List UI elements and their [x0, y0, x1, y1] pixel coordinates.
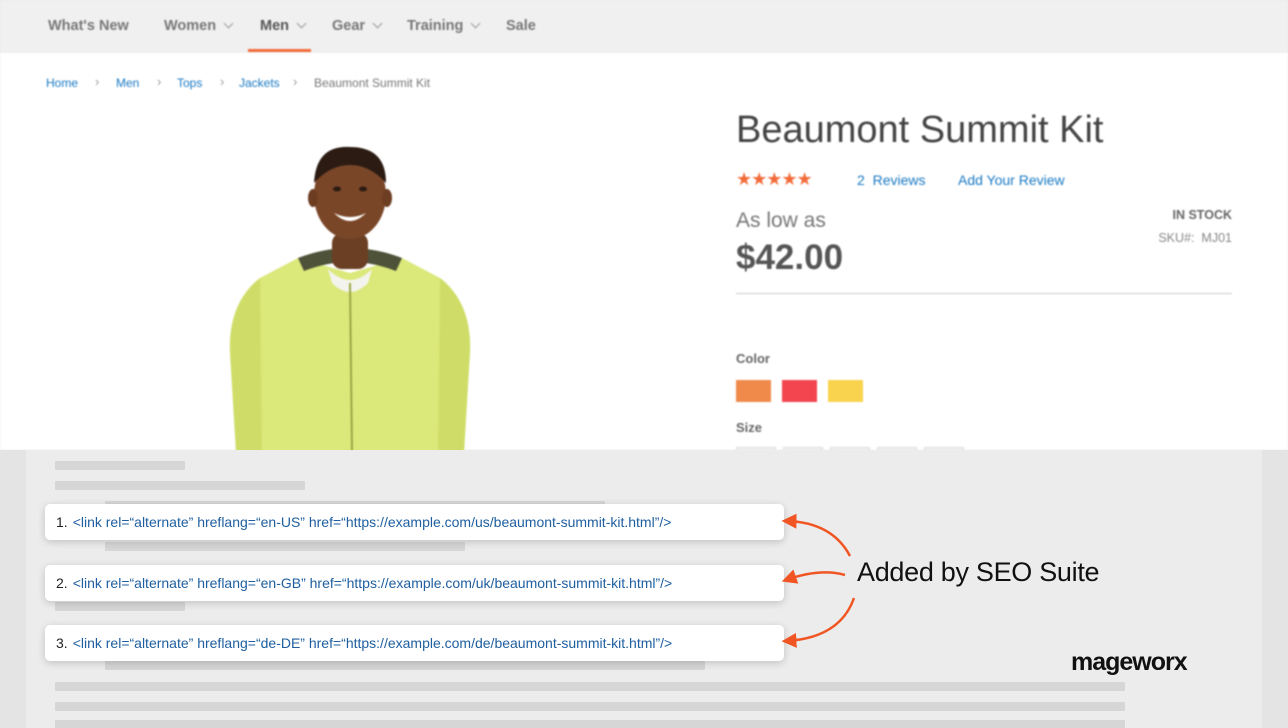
skeleton-line	[55, 682, 1125, 691]
price-label: As low as	[736, 209, 826, 232]
mageworx-logo: mageworx	[1071, 648, 1188, 676]
skeleton-line	[105, 661, 705, 670]
skeleton-line	[55, 461, 185, 470]
nav-item-training[interactable]: Training	[407, 18, 481, 34]
chevron-down-icon	[372, 18, 383, 29]
product-title: Beaumont Summit Kit	[736, 109, 1104, 151]
skeleton-line	[55, 720, 1125, 728]
nav-item-label: Gear	[332, 18, 366, 34]
size-label: Size	[736, 420, 763, 435]
color-label: Color	[736, 351, 770, 366]
hreflang-code-line-2: 2. <link rel=“alternate” hreflang=“en-GB…	[45, 565, 784, 601]
product-content: Home › Men › Tops › Jackets › Beaumont S…	[0, 53, 1288, 450]
sku-value: MJ01	[1201, 231, 1232, 245]
breadcrumb-link-men[interactable]: Men	[116, 76, 139, 90]
add-review-link[interactable]: Add Your Review	[958, 172, 1065, 188]
breadcrumb-current: Beaumont Summit Kit	[314, 76, 431, 90]
product-page-screenshot: What's New Women Men Gear Training Sale …	[0, 0, 1288, 450]
nav-item-gear[interactable]: Gear	[332, 18, 383, 34]
main-navigation: What's New Women Men Gear Training Sale	[0, 0, 1288, 53]
breadcrumb-link-home[interactable]: Home	[46, 76, 78, 90]
nav-item-sale[interactable]: Sale	[506, 18, 536, 34]
chevron-down-icon	[223, 18, 234, 29]
hreflang-tag: <link rel=“alternate” hreflang=“en-GB” h…	[72, 575, 673, 591]
breadcrumb-separator: ›	[220, 74, 225, 89]
star-rating-icon: ★★★★★	[736, 169, 813, 189]
breadcrumb-link-jackets[interactable]: Jackets	[239, 76, 280, 90]
product-price: $42.00	[736, 238, 844, 277]
nav-item-men[interactable]: Men	[260, 18, 307, 34]
line-number: 3.	[56, 635, 68, 651]
skeleton-line	[105, 542, 465, 551]
skeleton-line	[55, 702, 1125, 711]
color-swatch-red[interactable]	[782, 380, 817, 402]
nav-item-women[interactable]: Women	[164, 18, 234, 34]
breadcrumb-link-tops[interactable]: Tops	[177, 76, 202, 90]
product-photo[interactable]	[200, 143, 500, 450]
sku: SKU#: MJ01	[1158, 231, 1232, 245]
skeleton-line	[55, 602, 185, 611]
reviews-link[interactable]: 2 Reviews	[857, 172, 925, 188]
hreflang-code-line-3: 3. <link rel=“alternate” hreflang=“de-DE…	[45, 625, 784, 661]
reviews-label: Reviews	[872, 172, 926, 188]
breadcrumb-separator: ›	[293, 74, 298, 89]
divider	[736, 293, 1232, 294]
skeleton-line	[55, 481, 305, 490]
line-number: 1.	[56, 514, 68, 530]
hreflang-tag: <link rel=“alternate” hreflang=“de-DE” h…	[72, 635, 673, 651]
callout-text: Added by SEO Suite	[857, 557, 1100, 587]
color-swatch-yellow[interactable]	[828, 380, 863, 402]
chevron-down-icon	[296, 18, 307, 29]
hreflang-tag: <link rel=“alternate” hreflang=“en-US” h…	[72, 514, 672, 530]
nav-item-label: Training	[407, 18, 464, 34]
nav-item-label: Women	[164, 18, 217, 34]
nav-item-label: What's New	[48, 18, 129, 34]
hreflang-code-line-1: 1. <link rel=“alternate” hreflang=“en-US…	[45, 504, 784, 540]
nav-item-label: Sale	[506, 18, 536, 34]
chevron-down-icon	[470, 18, 481, 29]
breadcrumb-separator: ›	[95, 74, 100, 89]
color-swatch-orange[interactable]	[736, 380, 771, 402]
active-nav-indicator	[248, 49, 311, 52]
breadcrumb-separator: ›	[157, 74, 162, 89]
sku-label: SKU#:	[1158, 231, 1195, 245]
line-number: 2.	[56, 575, 68, 591]
reviews-count: 2	[857, 172, 865, 188]
nav-item-label: Men	[260, 18, 289, 34]
stock-status: IN STOCK	[1172, 208, 1233, 222]
nav-item-whats-new[interactable]: What's New	[48, 18, 129, 34]
